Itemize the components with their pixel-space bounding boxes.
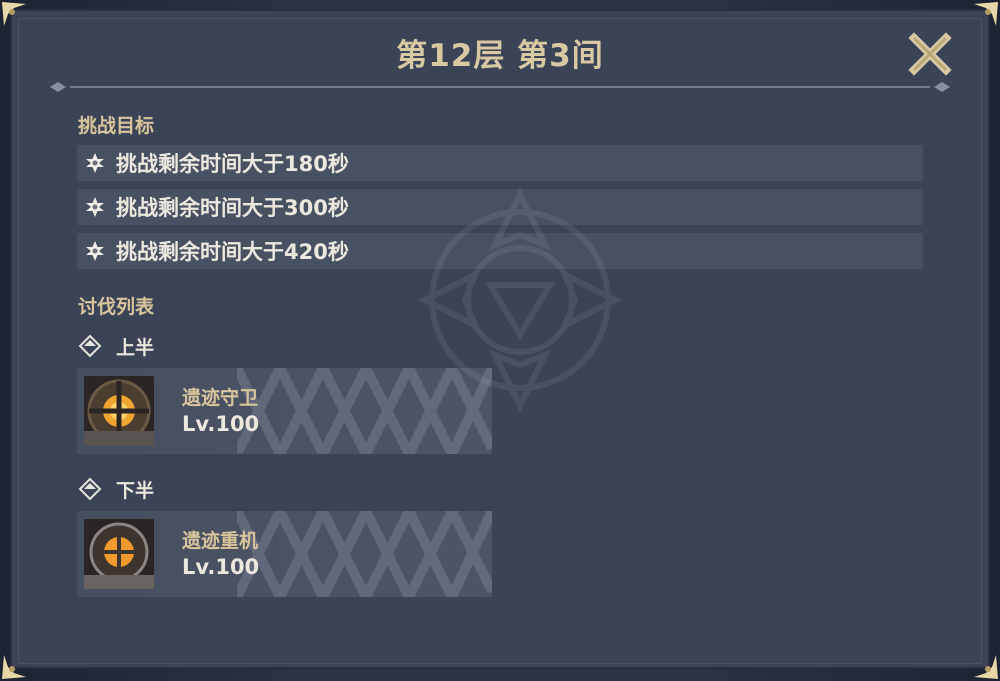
ruin-guard-portrait bbox=[84, 376, 154, 446]
enemy-card[interactable]: 遗迹守卫 Lv.100 bbox=[77, 368, 492, 454]
corner-ornament-icon bbox=[970, 651, 1000, 681]
first-half-label: 上半 bbox=[78, 333, 154, 359]
enemy-level: Lv.100 bbox=[182, 412, 260, 436]
page-title: 第12层 第3间 bbox=[396, 38, 604, 74]
close-button[interactable] bbox=[908, 32, 952, 76]
corner-ornament-icon bbox=[970, 0, 1000, 30]
ruin-grader-portrait bbox=[84, 519, 154, 589]
star-icon bbox=[84, 152, 106, 174]
star-icon bbox=[84, 240, 106, 262]
close-icon bbox=[908, 32, 952, 76]
star-icon bbox=[84, 196, 106, 218]
objective-text: 挑战剩余时间大于420秒 bbox=[116, 240, 349, 264]
diamond-icon bbox=[78, 477, 102, 501]
enemy-list-heading: 讨伐列表 bbox=[78, 296, 155, 318]
objective-row: 挑战剩余时间大于180秒 bbox=[77, 145, 923, 181]
corner-ornament-icon bbox=[0, 651, 30, 681]
enemy-card[interactable]: 遗迹重机 Lv.100 bbox=[77, 511, 492, 597]
objectives-heading: 挑战目标 bbox=[78, 115, 155, 137]
objective-row: 挑战剩余时间大于420秒 bbox=[77, 233, 923, 269]
objective-row: 挑战剩余时间大于300秒 bbox=[77, 189, 923, 225]
corner-ornament-icon bbox=[0, 0, 30, 30]
diamond-icon bbox=[78, 334, 102, 358]
second-half-label: 下半 bbox=[78, 476, 154, 502]
enemy-name: 遗迹重机 bbox=[182, 530, 259, 552]
enemy-name: 遗迹守卫 bbox=[182, 387, 259, 409]
title-divider bbox=[48, 80, 952, 94]
enemy-level: Lv.100 bbox=[182, 555, 260, 579]
objective-text: 挑战剩余时间大于180秒 bbox=[116, 152, 349, 176]
objective-text: 挑战剩余时间大于300秒 bbox=[116, 196, 349, 220]
